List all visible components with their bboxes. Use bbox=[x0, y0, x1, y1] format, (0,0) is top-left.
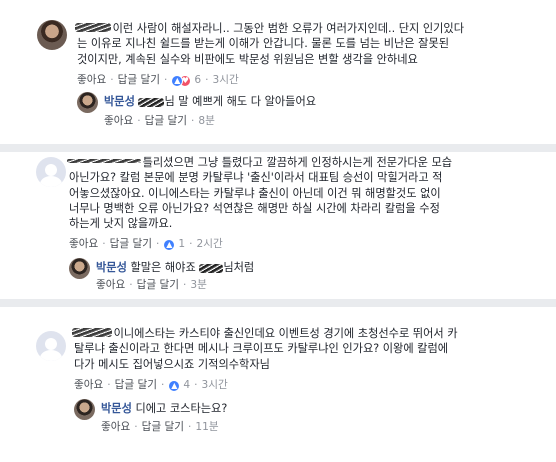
redacted-name bbox=[138, 97, 165, 107]
comment-actions: 좋아요 · 답글 달기 · ▲ ♥ 6 · 3시간 bbox=[77, 74, 239, 87]
comment-line: 하는게 낫지 않을까요. bbox=[69, 217, 173, 231]
reaction-count: 1 bbox=[178, 238, 186, 250]
reaction-count: 6 bbox=[194, 74, 202, 86]
comment-body: 틀리셨으면 그냥 틀렸다고 깔끔하게 인정하시는게 전문가다운 모습 아닌가요?… bbox=[67, 154, 453, 231]
separator bbox=[0, 299, 556, 307]
timestamp[interactable]: 11분 bbox=[195, 421, 218, 434]
comment-actions: 좋아요 · 답글 달기 · ▲ 1 · 2시간 bbox=[69, 238, 223, 251]
reactions[interactable]: ▲ ♥ bbox=[171, 74, 192, 87]
comment-block-2: 틀리셨으면 그냥 틀렸다고 깔끔하게 인정하시는게 전문가다운 모습 아닌가요?… bbox=[0, 152, 556, 299]
comment-line: 어놓으셨잖아요. 이니에스타는 카탈루냐 출신이 아닌데 이건 뭐 해명할것도 … bbox=[69, 186, 441, 200]
reply-button[interactable]: 답글 달기 bbox=[145, 115, 187, 128]
comment-line: 틀리셨으면 그냥 틀렸다고 깔끔하게 인정하시는게 전문가다운 모습 bbox=[142, 156, 453, 169]
reply-text-end: 님처럼 bbox=[223, 261, 255, 274]
comment-block-1: 이런 사람이 해설자라니.. 그동안 범한 오류가 여러가지인데.. 단지 인기… bbox=[0, 0, 556, 144]
like-reaction-icon: ▲ bbox=[168, 379, 181, 392]
comment-author-redacted[interactable] bbox=[75, 20, 111, 32]
reply-author[interactable]: 박문성 bbox=[104, 95, 135, 108]
comment-author-redacted[interactable] bbox=[67, 154, 141, 166]
like-button[interactable]: 좋아요 bbox=[69, 238, 98, 251]
reply-avatar[interactable] bbox=[69, 258, 90, 279]
comment-line: 너무나 명백한 오류 아닌가요? 석연찮은 해명만 하실 시간에 차라리 칼럼을… bbox=[69, 201, 440, 215]
comment-line: 것이지만, 계속된 실수와 비판에도 박문성 위원님은 변할 생각을 안하네요 bbox=[77, 52, 418, 66]
reply-text: 님 말 예쁘게 해도 다 알아들어요 bbox=[164, 95, 317, 108]
comment-line: 이니에스타는 카스티야 출신인데요 이벤트성 경기에 초청선수로 뛰어서 카 bbox=[113, 327, 458, 340]
like-button[interactable]: 좋아요 bbox=[104, 115, 133, 128]
like-button[interactable]: 좋아요 bbox=[77, 74, 106, 87]
reactions[interactable]: ▲ bbox=[168, 379, 181, 392]
reply-author[interactable]: 박문성 bbox=[96, 261, 127, 274]
comment-line: 는 이유로 지나친 쉴드를 받는게 이해가 안갑니다. 물론 도를 넘는 비난은… bbox=[77, 37, 450, 51]
timestamp[interactable]: 3시간 bbox=[212, 74, 238, 87]
timestamp[interactable]: 3분 bbox=[190, 279, 207, 292]
reply-avatar[interactable] bbox=[77, 92, 98, 113]
reply-text-start: 할말은 해야죠 bbox=[130, 261, 200, 274]
like-reaction-icon: ▲ bbox=[163, 238, 176, 251]
commenter-avatar[interactable] bbox=[37, 20, 67, 50]
reply-button[interactable]: 답글 달기 bbox=[118, 74, 160, 87]
comment-line: 이런 사람이 해설자라니.. 그동안 범한 오류가 여러가지인데.. 단지 인기… bbox=[112, 22, 465, 35]
reply-actions: 좋아요 · 답글 달기 · 8분 bbox=[104, 115, 215, 128]
reply-button[interactable]: 답글 달기 bbox=[142, 421, 184, 434]
timestamp[interactable]: 3시간 bbox=[201, 379, 227, 392]
reply-text: 디에고 코스타는요? bbox=[135, 402, 228, 415]
reply-button[interactable]: 답글 달기 bbox=[137, 279, 179, 292]
timestamp[interactable]: 2시간 bbox=[196, 238, 222, 251]
reactions[interactable]: ▲ bbox=[163, 238, 176, 251]
comment-line: 아닌가요? 칼럼 본문에 분명 카탈루냐 '출신'이라서 대표팀 승선이 막힐거… bbox=[69, 171, 443, 185]
reply-actions: 좋아요 · 답글 달기 · 3분 bbox=[96, 279, 207, 292]
reply-body: 박문성 할말은 해야죠 님처럼 bbox=[96, 260, 254, 275]
commenter-avatar[interactable] bbox=[36, 331, 66, 361]
like-button[interactable]: 좋아요 bbox=[96, 279, 125, 292]
redacted-name bbox=[199, 263, 224, 273]
comment-line: 다가 메시도 집어넣으시죠 기적의수학자님 bbox=[74, 357, 270, 371]
comment-author-redacted[interactable] bbox=[72, 325, 112, 337]
comment-body: 이런 사람이 해설자라니.. 그동안 범한 오류가 여러가지인데.. 단지 인기… bbox=[75, 20, 465, 67]
timestamp[interactable]: 8분 bbox=[198, 115, 215, 128]
reply-actions: 좋아요 · 답글 달기 · 11분 bbox=[101, 421, 219, 434]
reply-author[interactable]: 박문성 bbox=[101, 402, 132, 415]
comment-actions: 좋아요 · 답글 달기 · ▲ 4 · 3시간 bbox=[74, 379, 228, 392]
like-button[interactable]: 좋아요 bbox=[74, 379, 103, 392]
reply-button[interactable]: 답글 달기 bbox=[110, 238, 152, 251]
commenter-avatar[interactable] bbox=[36, 157, 66, 187]
reply-body: 박문성 디에고 코스타는요? bbox=[101, 401, 227, 416]
separator bbox=[0, 144, 556, 152]
like-reaction-icon: ▲ bbox=[171, 74, 184, 87]
reply-body: 박문성 님 말 예쁘게 해도 다 알아들어요 bbox=[104, 94, 316, 109]
comment-line: 탈루냐 출신이라고 한다면 메시나 크루이프도 카탈루냐인 인가요? 이왕에 칼… bbox=[74, 342, 449, 356]
comment-body: 이니에스타는 카스티야 출신인데요 이벤트성 경기에 초청선수로 뛰어서 카 탈… bbox=[72, 325, 458, 372]
like-button[interactable]: 좋아요 bbox=[101, 421, 130, 434]
comment-block-3: 이니에스타는 카스티야 출신인데요 이벤트성 경기에 초청선수로 뛰어서 카 탈… bbox=[0, 307, 556, 462]
reply-button[interactable]: 답글 달기 bbox=[115, 379, 157, 392]
reply-avatar[interactable] bbox=[74, 399, 95, 420]
reaction-count: 4 bbox=[183, 379, 191, 391]
